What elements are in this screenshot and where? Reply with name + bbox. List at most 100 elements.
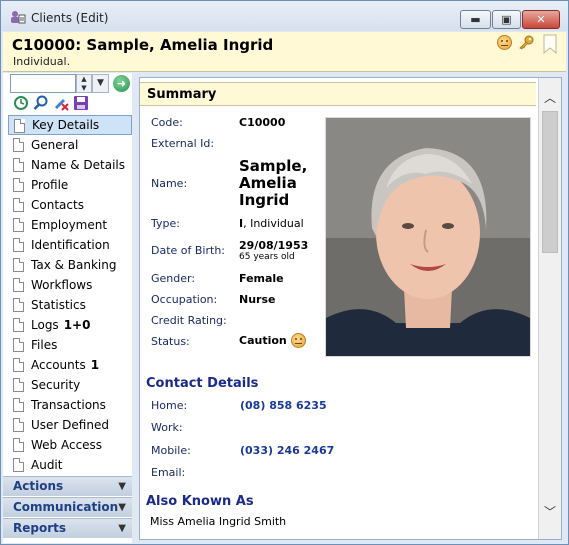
document-icon: [13, 278, 24, 292]
document-icon: [13, 158, 24, 172]
vertical-scrollbar[interactable]: ︿ ﹀: [538, 78, 561, 539]
section-label: Actions: [13, 479, 64, 493]
nav-item-label: Logs: [31, 318, 59, 332]
key-icon[interactable]: [518, 35, 535, 50]
type-label: Type:: [151, 217, 180, 230]
code-label: Code:: [151, 116, 183, 129]
nav-item-label: Identification: [31, 238, 110, 252]
also-known-as-heading: Also Known As: [146, 494, 254, 509]
chevron-down-icon[interactable]: ▼: [92, 74, 109, 93]
nav-item-label: Web Access: [31, 438, 103, 452]
web-access-icon: [13, 438, 24, 452]
nav-item-statistics[interactable]: Statistics: [8, 295, 132, 315]
status-label: Status:: [151, 335, 190, 348]
nav-item-security[interactable]: Security: [8, 375, 132, 395]
maximize-button[interactable]: ▣: [492, 10, 521, 29]
gender-value: Female: [239, 272, 284, 285]
minimize-button[interactable]: ▬: [460, 10, 491, 29]
nav-item-label: Files: [31, 338, 58, 352]
scrollbar-thumb[interactable]: [542, 111, 558, 253]
nav-item-label: General: [31, 138, 79, 152]
scroll-up-icon[interactable]: ︿: [539, 88, 561, 108]
status-value: Caution: [239, 334, 287, 347]
history-icon[interactable]: [12, 95, 29, 112]
clients-edit-window: Clients (Edit) ▬ ▣ ✕ C10000: Sample, Ame…: [0, 0, 569, 545]
gender-label: Gender:: [151, 272, 196, 285]
spin-stepper[interactable]: ▲ ▼: [76, 74, 92, 93]
section-actions[interactable]: Actions ▼: [3, 476, 132, 496]
record-header: C10000: Sample, Amelia Ingrid Individual…: [3, 32, 566, 72]
nav-item-employment[interactable]: Employment: [8, 215, 132, 235]
nav-item-accounts[interactable]: Accounts 1: [8, 355, 132, 375]
nav-item-label: Workflows: [31, 278, 93, 292]
credit-rating-label: Credit Rating:: [151, 314, 227, 327]
section-label: Communication: [13, 500, 119, 514]
document-icon: [13, 138, 24, 152]
nav-item-key-details[interactable]: Key Details: [8, 115, 132, 135]
document-icon: [13, 398, 24, 412]
navigation-panel: ▲ ▼ ▼ ➜ Key Details General Name & Details P…: [3, 73, 132, 543]
nav-item-web-access[interactable]: Web Access: [8, 435, 132, 455]
record-search-combo[interactable]: [10, 74, 76, 93]
nav-item-badge: 1: [90, 358, 100, 372]
name-label: Name:: [151, 177, 188, 190]
nav-item-badge: 1+0: [63, 318, 91, 332]
search-icon[interactable]: [32, 95, 49, 112]
code-value: C10000: [239, 116, 286, 129]
section-communication[interactable]: Communication ▼: [3, 497, 132, 517]
nav-item-contacts[interactable]: Contacts: [8, 195, 132, 215]
go-arrow-icon[interactable]: ➜: [113, 75, 130, 92]
nav-item-files[interactable]: Files: [8, 335, 132, 355]
maximize-icon: ▣: [501, 13, 512, 26]
dob-label: Date of Birth:: [151, 244, 226, 257]
chevron-down-icon: ▼: [118, 481, 126, 492]
nav-item-label: Statistics: [31, 298, 86, 312]
client-photo: [325, 117, 531, 357]
nav-item-identification[interactable]: Identification: [8, 235, 132, 255]
nav-item-label: Tax & Banking: [31, 258, 117, 272]
nav-item-profile[interactable]: Profile: [8, 175, 132, 195]
nav-item-name-details[interactable]: Name & Details: [8, 155, 132, 175]
document-icon: [13, 378, 24, 392]
document-icon: [13, 338, 24, 352]
nav-item-label: Employment: [31, 218, 108, 232]
clients-app-icon: [10, 10, 26, 24]
summary-title: Summary: [147, 87, 217, 102]
nav-item-transactions[interactable]: Transactions: [8, 395, 132, 415]
save-icon[interactable]: [72, 95, 89, 112]
section-reports[interactable]: Reports ▼: [3, 518, 132, 538]
nav-item-tax-banking[interactable]: Tax & Banking: [8, 255, 132, 275]
mobile-phone-link[interactable]: (033) 246 2467: [240, 444, 334, 457]
title-bar: Clients (Edit) ▬ ▣ ✕: [1, 1, 568, 31]
type-text: , Individual: [243, 217, 304, 230]
chevron-down-icon: ▼: [118, 523, 126, 534]
nav-item-label: Transactions: [31, 398, 106, 412]
work-label: Work:: [151, 421, 183, 434]
close-button[interactable]: ✕: [522, 10, 560, 29]
caution-face-icon: [291, 333, 306, 348]
document-icon: [13, 418, 24, 432]
nav-item-workflows[interactable]: Workflows: [8, 275, 132, 295]
nav-list: Key Details General Name & Details Profile C…: [8, 115, 132, 475]
audit-icon: [13, 458, 24, 472]
home-phone-link[interactable]: (08) 858 6235: [240, 399, 327, 412]
chevron-down-icon: ▼: [118, 502, 126, 513]
record-title: C10000: Sample, Amelia Ingrid: [12, 36, 274, 54]
logs-icon: [13, 318, 24, 332]
scroll-down-icon[interactable]: ﹀: [539, 502, 561, 522]
nav-item-logs[interactable]: Logs 1+0: [8, 315, 132, 335]
document-icon: [13, 218, 24, 232]
nav-item-user-defined[interactable]: User Defined: [8, 415, 132, 435]
caution-face-icon[interactable]: [497, 35, 512, 50]
bookmark-icon[interactable]: [543, 34, 557, 55]
nav-item-label: Contacts: [31, 198, 84, 212]
contacts-icon: [13, 198, 24, 212]
edit-cancel-icon[interactable]: [52, 95, 69, 112]
nav-item-audit[interactable]: Audit: [8, 455, 132, 475]
nav-item-general[interactable]: General: [8, 135, 132, 155]
detail-panel: Summary Code: C10000 External Id: Name: …: [139, 77, 562, 540]
also-known-as-value: Miss Amelia Ingrid Smith: [150, 515, 287, 528]
dob-value: 29/08/1953: [239, 239, 309, 252]
name-value: Sample, Amelia Ingrid: [239, 157, 308, 209]
age-value: 65 years old: [239, 252, 295, 262]
